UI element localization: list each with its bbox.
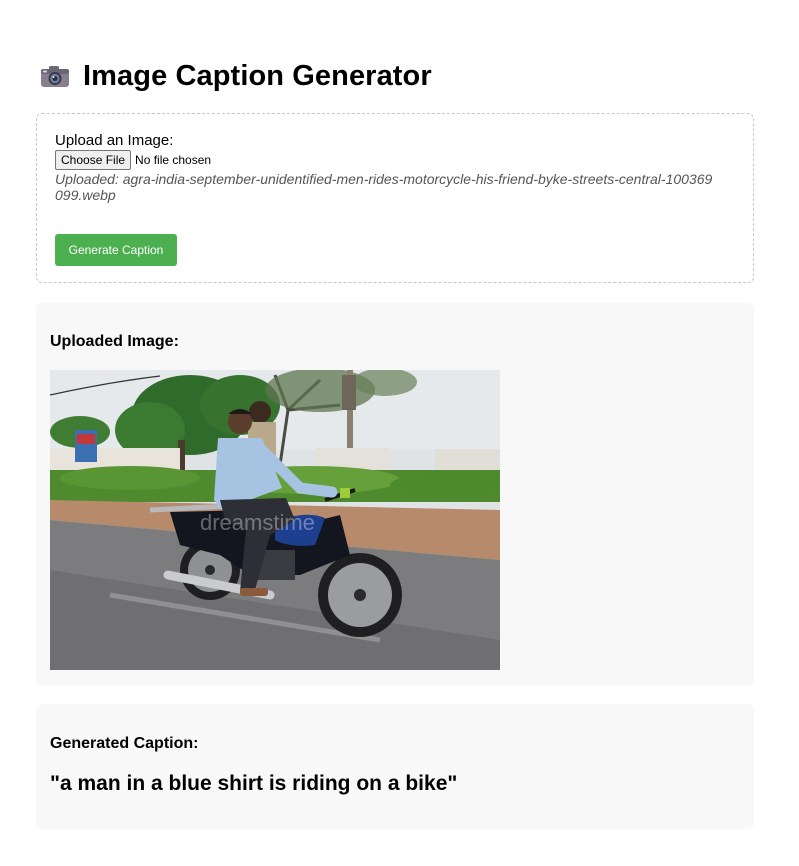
generate-caption-button[interactable]: Generate Caption bbox=[55, 234, 177, 266]
page: Image Caption Generator Upload an Image:… bbox=[0, 0, 799, 866]
camera-icon bbox=[40, 64, 70, 88]
uploaded-image-heading: Uploaded Image: bbox=[50, 333, 179, 350]
uploaded-image: dreamstime bbox=[50, 370, 500, 670]
svg-text:dreamstime: dreamstime bbox=[200, 510, 315, 535]
page-title: Image Caption Generator bbox=[83, 59, 432, 92]
upload-label: Upload an Image: bbox=[55, 132, 174, 149]
generated-caption-text: "a man in a blue shirt is riding on a bi… bbox=[50, 772, 458, 795]
uploaded-image-panel: Uploaded Image: dreamstime bbox=[36, 303, 754, 686]
choose-file-button[interactable]: Choose File bbox=[55, 150, 132, 170]
title-row: Image Caption Generator bbox=[40, 58, 432, 94]
upload-box: Upload an Image: Choose File No file cho… bbox=[36, 113, 754, 283]
generated-caption-panel: Generated Caption: "a man in a blue shir… bbox=[36, 704, 754, 829]
uploaded-filename: Uploaded: agra-india-september-unidentif… bbox=[55, 171, 713, 203]
file-status: No file chosen bbox=[135, 153, 212, 167]
file-input[interactable]: Choose File No file chosen bbox=[55, 150, 211, 170]
generated-caption-heading: Generated Caption: bbox=[50, 735, 199, 752]
